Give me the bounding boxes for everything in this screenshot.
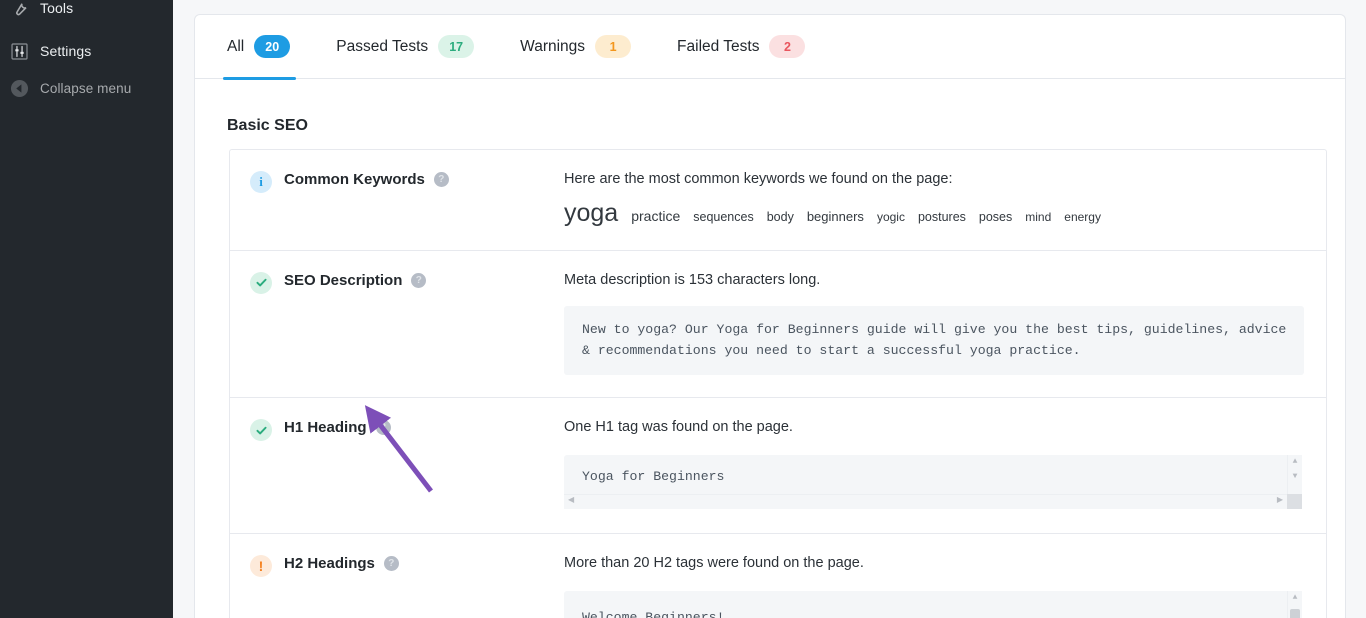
tab-label: Warnings — [520, 37, 586, 55]
help-icon[interactable]: ? — [411, 272, 427, 288]
row-left: i Common Keywords ? — [230, 170, 564, 228]
tab-label: All — [227, 37, 245, 55]
row-left: ! H2 Headings ? — [230, 554, 564, 618]
row-right: Meta description is 153 characters long.… — [564, 271, 1328, 376]
row-description: Here are the most common keywords we fou… — [564, 171, 953, 187]
meta-description-box: New to yoga? Our Yoga for Beginners guid… — [564, 306, 1305, 376]
code-line: & recommendations you need to start a su… — [582, 342, 1081, 358]
sidebar-item-label: Tools — [40, 0, 74, 16]
keyword-item: postures — [917, 209, 966, 224]
tab-failed-tests[interactable]: Failed Tests 2 — [677, 15, 806, 79]
tab-count-badge: 1 — [595, 35, 632, 58]
sliders-icon — [9, 41, 30, 62]
sidebar-item-label: Settings — [40, 43, 92, 59]
row-title-text: SEO Description — [284, 271, 403, 289]
row-description: More than 20 H2 tags were found on the p… — [564, 555, 864, 572]
collapse-arrow-icon — [9, 78, 30, 99]
sidebar-item-label: Collapse menu — [40, 80, 132, 96]
help-icon[interactable]: ? — [383, 556, 399, 572]
table-row: SEO Description ? Meta description is 15… — [230, 251, 1328, 399]
tab-passed-tests[interactable]: Passed Tests 17 — [336, 15, 475, 79]
scroll-left-arrow[interactable]: ◀ — [568, 495, 574, 507]
code-line: Welcome Beginners! — [582, 609, 725, 618]
horizontal-scrollbar[interactable]: ◀ ▶ — [564, 493, 1287, 509]
row-title: Common Keywords ? — [284, 170, 449, 188]
tab-count-badge: 17 — [438, 35, 475, 58]
test-results-list: i Common Keywords ? Here are the most co… — [229, 149, 1327, 618]
row-title: SEO Description ? — [284, 271, 427, 289]
scroll-down-arrow[interactable]: ▼ — [1288, 470, 1302, 485]
help-icon[interactable]: ? — [433, 172, 449, 187]
keyword-item: energy — [1064, 209, 1101, 224]
vertical-scrollbar[interactable]: ▲ — [1287, 590, 1302, 618]
row-left: SEO Description ? — [230, 271, 564, 375]
keyword-item: poses — [978, 209, 1013, 224]
row-description: One H1 tag was found on the page. — [564, 419, 793, 436]
info-glyph: i — [259, 174, 263, 189]
row-right: More than 20 H2 tags were found on the p… — [564, 554, 1326, 618]
check-icon — [250, 419, 272, 442]
tab-count-badge: 2 — [769, 35, 806, 58]
table-row: i Common Keywords ? Here are the most co… — [230, 150, 1326, 251]
scroll-up-arrow[interactable]: ▲ — [1288, 455, 1302, 470]
scroll-up-arrow[interactable]: ▲ — [1288, 591, 1302, 606]
tab-label: Failed Tests — [677, 37, 760, 55]
help-icon[interactable]: ? — [375, 420, 391, 436]
tab-bar: All 20 Passed Tests 17 Warnings 1 Failed… — [195, 15, 1345, 80]
keyword-item: body — [766, 209, 794, 224]
row-right: One H1 tag was found on the page. Yoga f… — [564, 418, 1326, 511]
scrollbar-thumb[interactable] — [1290, 608, 1300, 618]
app-root: Tools Settings Collapse menu All 20 Pass… — [0, 0, 1366, 618]
keyword-item: sequences — [693, 209, 754, 224]
tab-all[interactable]: All 20 — [222, 15, 297, 80]
code-line: New to yoga? Our Yoga for Beginners guid… — [582, 322, 1287, 338]
row-right: Here are the most common keywords we fou… — [564, 170, 1326, 228]
tab-count-badge: 20 — [254, 35, 291, 58]
wrench-icon — [9, 0, 30, 19]
h2-headings-box: Welcome Beginners! What Is Yoga? Is Yoga… — [564, 590, 1302, 618]
row-title: H2 Headings ? — [284, 554, 399, 572]
row-title-text: Common Keywords — [284, 171, 425, 188]
warning-glyph: ! — [258, 558, 264, 575]
sidebar-item-collapse-menu[interactable]: Collapse menu — [0, 71, 173, 105]
keyword-item: yogic — [876, 209, 905, 224]
table-row: ! H2 Headings ? More than 20 H2 tags wer… — [230, 534, 1326, 618]
sidebar: Tools Settings Collapse menu — [0, 0, 173, 618]
sidebar-item-settings[interactable]: Settings — [0, 34, 173, 68]
tab-label: Passed Tests — [336, 37, 429, 55]
info-icon: i — [250, 171, 272, 193]
results-card: All 20 Passed Tests 17 Warnings 1 Failed… — [194, 14, 1346, 618]
row-title: H1 Heading ? — [284, 418, 391, 436]
keyword-item: yoga — [564, 198, 619, 227]
check-icon — [250, 271, 272, 294]
row-description: Meta description is 153 characters long. — [564, 271, 821, 288]
keyword-item: beginners — [806, 208, 864, 224]
scroll-right-arrow[interactable]: ▶ — [1277, 495, 1283, 507]
tab-warnings[interactable]: Warnings 1 — [520, 15, 632, 79]
keyword-cloud: yoga practice sequences body beginners y… — [564, 199, 1302, 228]
keyword-item: mind — [1025, 209, 1052, 224]
keyword-item: practice — [631, 207, 681, 224]
code-line: Yoga for Beginners — [582, 468, 725, 484]
row-left: H1 Heading ? — [230, 418, 564, 511]
table-row: H1 Heading ? One H1 tag was found on the… — [230, 398, 1326, 535]
row-title-text: H1 Heading — [284, 419, 367, 437]
h1-heading-box: Yoga for Beginners ▲ ▼ ◀ ▶ — [564, 454, 1302, 509]
sidebar-item-tools[interactable]: Tools — [0, 0, 173, 25]
warning-icon: ! — [250, 555, 272, 578]
section-title: Basic SEO — [227, 117, 308, 134]
row-title-text: H2 Headings — [284, 555, 375, 573]
scrollbar-corner — [1287, 493, 1302, 509]
